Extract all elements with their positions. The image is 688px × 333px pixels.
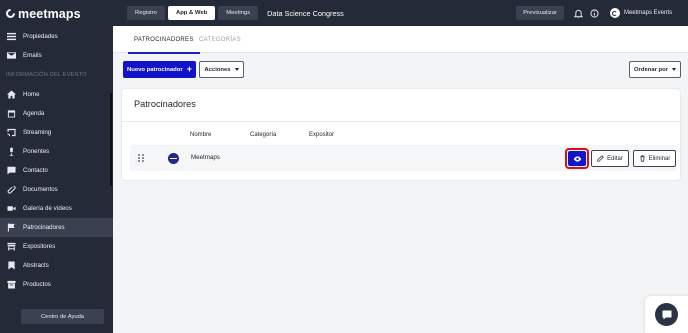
sidebar-item-label: Contacto [23,167,48,174]
flag-icon [7,223,16,232]
sidebar-item-ponentes[interactable]: Ponentes [0,142,113,161]
chat-icon [7,166,16,175]
app-logo-text: meetmaps [18,6,81,21]
home-icon [7,90,16,99]
sidebar-item-label: Home [23,91,40,98]
top-bar: Registro App & Web Meetings Data Science… [113,0,688,26]
preview-button[interactable]: Previsualizar [516,6,564,20]
sponsor-name: Meetmaps [191,154,220,161]
sidebar-item-label: Propiedades [23,33,58,40]
bell-icon[interactable] [573,9,583,18]
video-icon [7,204,16,213]
sidebar-item-label: Emails [23,52,42,59]
section-switcher: Registro App & Web Meetings [127,6,259,20]
segment-app-web[interactable]: App & Web [167,6,216,20]
edit-button[interactable]: Editar [591,150,629,167]
calendar-icon [7,109,16,118]
trash-icon [640,155,645,162]
tab-categorias[interactable]: CATEGORÍAS [199,26,241,53]
sidebar-item-agenda[interactable]: Agenda [0,104,113,123]
list-icon [7,32,16,41]
sidebar-item-label: Streaming [23,129,52,136]
bookmark-icon [7,261,16,270]
card-title: Patrocinadores [134,99,196,109]
sidebar-item-patrocinadores[interactable]: Patrocinadores [0,218,113,237]
sidebar-section-title: INFORMACIÓN DEL EVENTO [6,72,87,78]
chat-bubble-icon [655,303,678,326]
sidebar-item-home[interactable]: Home [0,85,113,104]
actions-dropdown[interactable]: Acciones [199,61,244,78]
column-header-nombre: Nombre [190,132,212,138]
sidebar-item-label: Documentos [23,186,58,193]
sidebar-item-label: Patrocinadores [23,224,65,231]
sidebar: meetmaps Propiedades Emails INFORMACIÓN … [0,0,113,333]
sidebar-item-label: Abstracts [23,262,49,269]
archive-icon [7,280,16,289]
delete-label: Eliminar [648,155,671,162]
store-icon [7,242,16,251]
mail-icon [7,51,16,60]
chevron-down-icon [672,68,677,71]
sidebar-item-propiedades[interactable]: Propiedades [0,27,113,46]
new-sponsor-button[interactable]: Nuevo patrocinador + [123,61,196,78]
tab-patrocinadores[interactable]: PATROCINADORES [128,26,200,54]
pencil-icon [597,155,604,162]
delete-button[interactable]: Eliminar [633,150,676,167]
cast-icon [7,128,16,137]
plus-icon: + [186,64,192,74]
sort-dropdown[interactable]: Ordenar por [629,61,681,78]
sidebar-item-label: Productos [23,281,51,288]
sort-label: Ordenar por [633,66,669,73]
app-logo[interactable]: meetmaps [0,0,113,27]
drag-handle-icon[interactable] [138,154,144,162]
sidebar-item-label: Galería de vídeos [23,205,72,212]
segment-registro[interactable]: Registro [127,6,165,20]
sidebar-item-label: Ponentes [23,148,50,155]
sidebar-item-productos[interactable]: Productos [0,275,113,294]
chevron-down-icon [234,68,239,71]
attachment-icon [7,185,16,194]
segment-meetings[interactable]: Meetings [218,6,259,20]
actions-label: Acciones [204,66,231,73]
sidebar-item-expositores[interactable]: Expositores [0,237,113,256]
sponsors-card: Patrocinadores Nombre Categoría Exposito… [122,89,680,180]
new-sponsor-label: Nuevo patrocinador [127,66,183,73]
user-name: Meetmaps Events [623,10,672,16]
avatar [609,8,620,18]
sidebar-item-galeria-de-videos[interactable]: Galería de vídeos [0,199,113,218]
sponsor-logo [168,153,179,164]
microphone-icon [7,147,16,156]
info-icon[interactable] [590,8,599,18]
help-center-button[interactable]: Centro de Ayuda [21,309,104,324]
column-header-expositor: Expositor [309,132,335,138]
highlight-box [565,148,589,169]
divider [122,121,680,122]
sidebar-item-label: Agenda [23,110,45,117]
sidebar-item-documentos[interactable]: Documentos [0,180,113,199]
sidebar-item-label: Expositores [23,243,56,250]
user-menu[interactable]: Meetmaps Events [609,8,672,18]
event-title: Data Science Congress [267,8,344,18]
tab-bar: PATROCINADORES CATEGORÍAS [113,26,688,54]
meetmaps-logo-icon [4,7,17,20]
sidebar-item-contacto[interactable]: Contacto [0,161,113,180]
sidebar-scrollbar[interactable] [110,93,112,186]
sidebar-item-abstracts[interactable]: Abstracts [0,256,113,275]
column-header-categoria: Categoría [250,132,277,138]
sidebar-item-streaming[interactable]: Streaming [0,123,113,142]
edit-label: Editar [607,155,623,162]
table-row: Meetmaps Editar Eliminar [130,145,676,171]
sidebar-item-emails[interactable]: Emails [0,46,113,65]
chat-widget[interactable] [645,296,688,333]
